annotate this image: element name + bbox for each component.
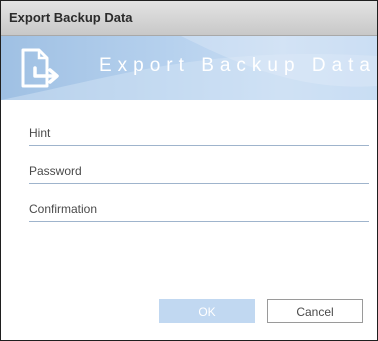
hint-input[interactable] xyxy=(129,124,369,144)
password-input[interactable] xyxy=(129,162,369,182)
header-banner: Export Backup Data xyxy=(1,36,377,100)
cancel-button[interactable]: Cancel xyxy=(267,299,363,323)
hint-field[interactable]: Hint xyxy=(29,123,369,146)
confirmation-input[interactable] xyxy=(129,200,369,220)
banner-title: Export Backup Data xyxy=(99,55,376,76)
title-bar[interactable]: Export Backup Data xyxy=(1,1,377,36)
confirmation-field[interactable]: Confirmation xyxy=(29,199,369,222)
window-title: Export Backup Data xyxy=(9,10,133,25)
password-field[interactable]: Password xyxy=(29,161,369,184)
confirmation-label: Confirmation xyxy=(29,202,98,216)
ok-button[interactable]: OK xyxy=(159,299,255,323)
export-document-icon xyxy=(21,48,59,88)
export-backup-dialog: Export Backup Data Export Backup Data Hi… xyxy=(0,0,378,341)
hint-label: Hint xyxy=(29,126,51,140)
password-label: Password xyxy=(29,164,82,178)
